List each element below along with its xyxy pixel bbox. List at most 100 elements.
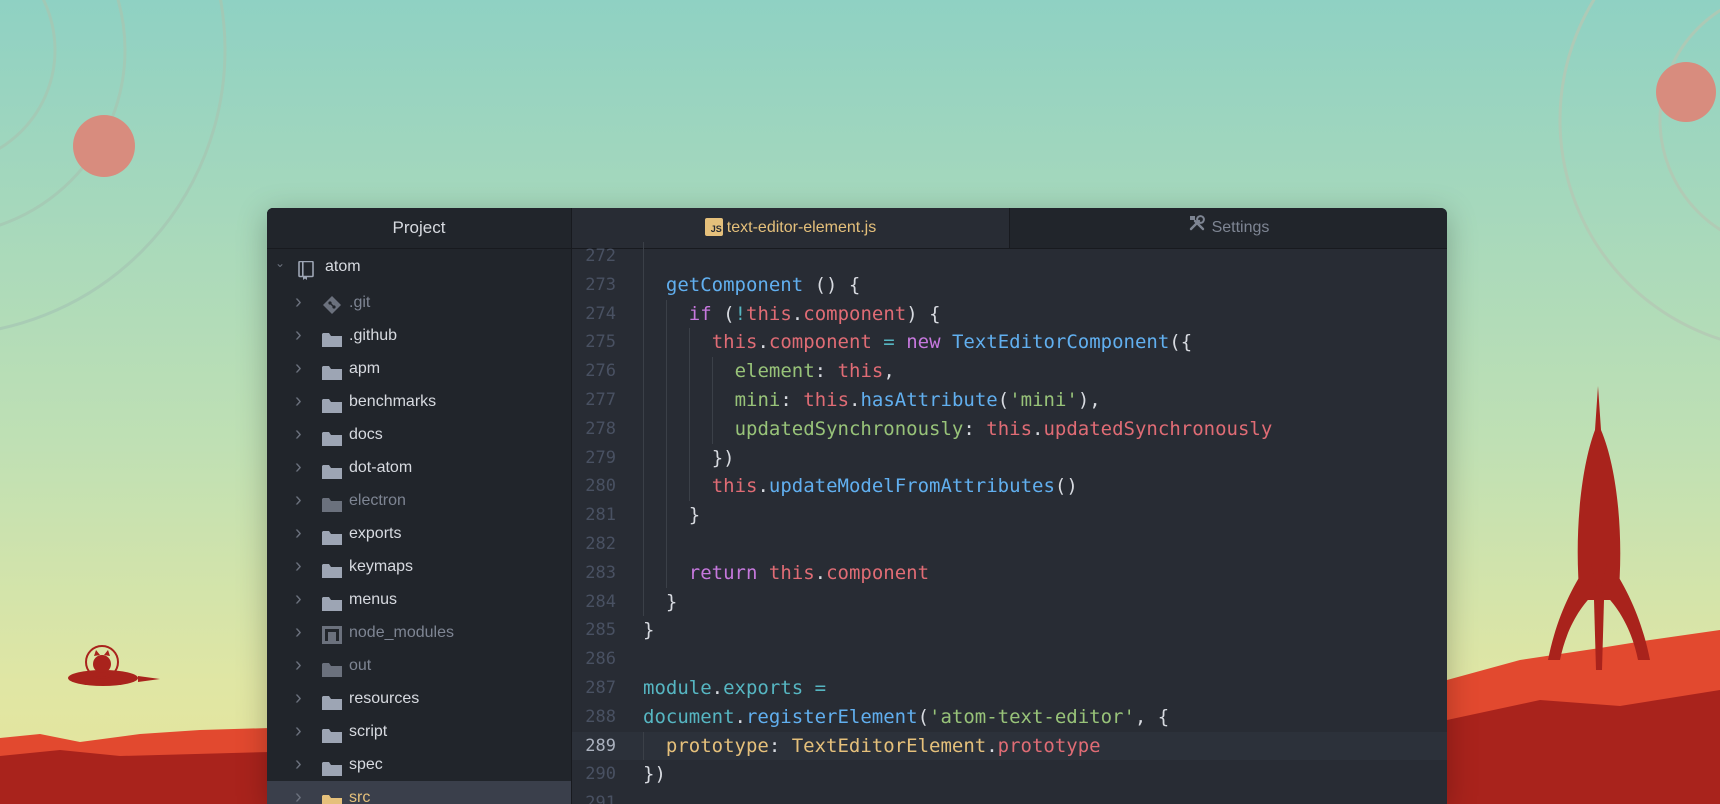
chevron-right-icon[interactable]: › xyxy=(295,352,307,385)
code-token: element xyxy=(734,360,815,383)
chevron-right-icon[interactable]: › xyxy=(295,418,307,451)
chevron-right-icon[interactable]: › xyxy=(295,550,307,583)
code-line[interactable]: 278 updatedSynchronously: this.updatedSyn… xyxy=(572,414,1447,444)
code-token: new xyxy=(906,331,952,354)
code-token: TextEditorElement xyxy=(791,734,987,757)
code-token: . xyxy=(757,331,769,354)
tree-item-script[interactable]: › script xyxy=(267,715,571,748)
code-line[interactable]: 289 prototype: TextEditorElement.prototyp… xyxy=(572,731,1447,761)
chevron-right-icon[interactable]: › xyxy=(295,286,307,319)
chevron-right-icon[interactable]: › xyxy=(295,616,307,649)
tree-item-label: electron xyxy=(349,492,406,509)
tree-item-exports[interactable]: › exports xyxy=(267,517,571,550)
code-line[interactable]: 285} xyxy=(572,616,1447,645)
line-number: 291 xyxy=(585,793,616,804)
code-text: getComponent () { xyxy=(666,271,860,300)
indent-guide xyxy=(711,357,713,386)
code-token: ( xyxy=(997,389,1010,411)
code-text: prototype: TextEditorElement.prototype xyxy=(666,732,1101,761)
folder-icon xyxy=(322,525,342,545)
code-line[interactable]: 281} xyxy=(572,501,1447,530)
chevron-right-icon[interactable]: › xyxy=(295,517,307,550)
chevron-right-icon[interactable]: › xyxy=(295,649,307,682)
chevron-right-icon[interactable]: › xyxy=(295,748,307,781)
atom-editor-window: Project ⌄ atom › .git › .github › apm › benchmark… xyxy=(267,208,1447,804)
chevron-down-icon[interactable]: ⌄ xyxy=(275,244,287,282)
folder-icon xyxy=(322,426,342,446)
tree-item-electron[interactable]: › electron xyxy=(267,484,571,517)
code-token: : xyxy=(780,389,804,411)
tree-item-node-modules[interactable]: › node_modules xyxy=(267,616,571,649)
code-line[interactable]: 274 if (!this.component) { xyxy=(572,299,1447,329)
code-token: 'atom-text-editor' xyxy=(929,705,1135,728)
code-token: updateModelFromAttributes xyxy=(768,475,1055,498)
line-number: 277 xyxy=(585,390,616,410)
tree-item-resources[interactable]: › resources xyxy=(267,682,571,715)
code-text: this.component = new TextEditorComponent… xyxy=(712,328,1193,357)
code-token: 'mini' xyxy=(1009,389,1078,411)
indent-guide xyxy=(711,414,713,444)
tree-item-keymaps[interactable]: › keymaps xyxy=(267,550,571,583)
code-line[interactable]: 288 document.registerElement('atom-text-e… xyxy=(572,703,1447,732)
line-number: 285 xyxy=(585,620,616,641)
chevron-right-icon[interactable]: › xyxy=(295,583,307,616)
line-number: 276 xyxy=(585,361,616,382)
code-line[interactable]: 280 this.updateModelFromAttributes() xyxy=(572,472,1447,502)
code-line[interactable]: 275 this.component = new TextEditorCompon… xyxy=(572,328,1447,358)
indent-guide xyxy=(665,328,667,358)
code-line[interactable]: 272 xyxy=(572,242,1447,271)
code-token: this xyxy=(986,417,1033,440)
code-line[interactable]: 277 mini: this.hasAttribute('mini'), xyxy=(572,386,1447,415)
chevron-right-icon[interactable]: › xyxy=(295,781,307,804)
indent-guide xyxy=(643,299,644,329)
code-token: this xyxy=(803,389,850,411)
chevron-right-icon[interactable]: › xyxy=(295,715,307,748)
line-number: 278 xyxy=(585,418,616,439)
indent-guide xyxy=(665,501,667,530)
indent-guide xyxy=(643,242,644,271)
tree-item-benchmarks[interactable]: › benchmarks xyxy=(267,385,571,418)
code-line[interactable]: 283 return this.component xyxy=(572,558,1447,588)
code-token: } xyxy=(643,619,655,642)
line-number: 279 xyxy=(585,447,616,468)
tree-item-menus[interactable]: › menus xyxy=(267,583,571,616)
code-line[interactable]: 276 element: this, xyxy=(572,357,1447,386)
tree-root-atom[interactable]: ⌄ atom xyxy=(267,248,571,286)
tree-item-src[interactable]: › src xyxy=(267,781,571,804)
code-line[interactable]: 273 getComponent () { xyxy=(572,270,1447,300)
tree-item-docs[interactable]: › docs xyxy=(267,418,571,451)
code-token: exports xyxy=(723,677,804,699)
tree-view-header[interactable]: Project xyxy=(267,208,571,249)
tree-item-label: src xyxy=(349,789,371,804)
indent-guide xyxy=(665,386,667,415)
tree-item-git[interactable]: › .git xyxy=(267,286,571,319)
indent-guide xyxy=(688,328,690,358)
indent-guide xyxy=(643,443,644,473)
chevron-right-icon[interactable]: › xyxy=(295,385,307,418)
tree-view: Project ⌄ atom › .git › .github › apm › benchmark… xyxy=(267,208,572,804)
code-token: ! xyxy=(734,302,747,325)
line-number: 284 xyxy=(585,591,616,612)
tree-item-dot-atom[interactable]: › dot-atom xyxy=(267,451,571,484)
code-line[interactable]: 279}) xyxy=(572,443,1447,473)
code-text: }) xyxy=(643,760,666,789)
tree-item-apm[interactable]: › apm xyxy=(267,352,571,385)
chevron-right-icon[interactable]: › xyxy=(295,319,307,352)
code-line[interactable]: 284} xyxy=(572,587,1447,617)
tree-item-github[interactable]: › .github xyxy=(267,319,571,352)
tree-item-out[interactable]: › out xyxy=(267,649,571,682)
text-editor[interactable]: 272 273 getComponent () {274 if (!this.comp… xyxy=(572,242,1447,804)
git-icon xyxy=(322,293,342,314)
chevron-right-icon[interactable]: › xyxy=(295,682,307,715)
line-number: 290 xyxy=(585,764,616,785)
code-line[interactable]: 282 xyxy=(572,530,1447,559)
chevron-right-icon[interactable]: › xyxy=(295,451,307,484)
code-line[interactable]: 286 xyxy=(572,645,1447,674)
code-line[interactable]: 287 module.exports = xyxy=(572,674,1447,703)
chevron-right-icon[interactable]: › xyxy=(295,484,307,517)
code-line[interactable]: 290}) xyxy=(572,760,1447,789)
code-token: = xyxy=(871,331,907,354)
tree-item-label: .github xyxy=(349,327,398,344)
tree-item-spec[interactable]: › spec xyxy=(267,748,571,781)
code-line[interactable]: 291 xyxy=(572,789,1447,804)
